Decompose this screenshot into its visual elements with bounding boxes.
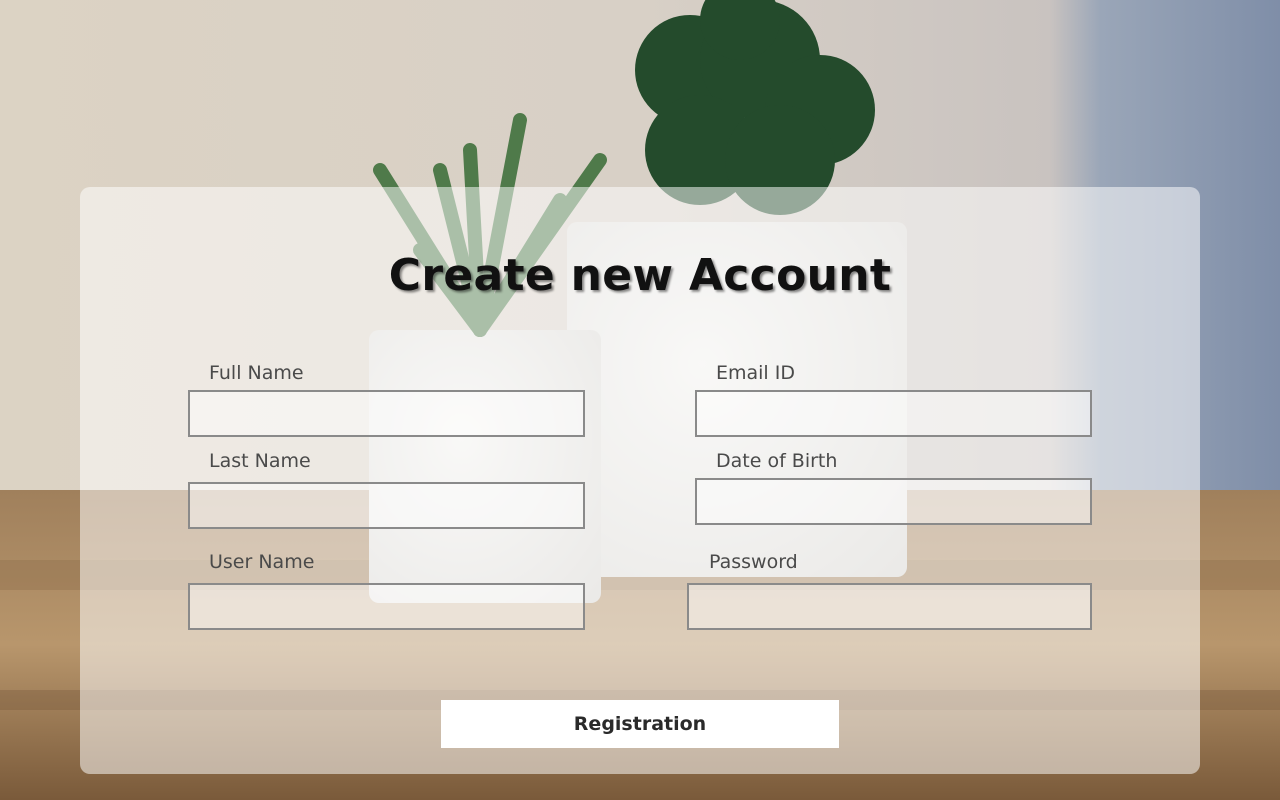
- page-title: Create new Account: [388, 250, 892, 301]
- last-name-label: Last Name: [209, 450, 311, 472]
- registration-button[interactable]: Registration: [441, 700, 839, 748]
- last-name-field[interactable]: [188, 482, 585, 529]
- username-field[interactable]: [188, 583, 585, 630]
- password-field[interactable]: [687, 583, 1092, 630]
- full-name-label: Full Name: [209, 362, 304, 384]
- email-field[interactable]: [695, 390, 1092, 437]
- date-of-birth-field[interactable]: [695, 478, 1092, 525]
- password-label: Password: [709, 551, 798, 573]
- full-name-field[interactable]: [188, 390, 585, 437]
- email-label: Email ID: [716, 362, 795, 384]
- username-label: User Name: [209, 551, 315, 573]
- date-of-birth-label: Date of Birth: [716, 450, 838, 472]
